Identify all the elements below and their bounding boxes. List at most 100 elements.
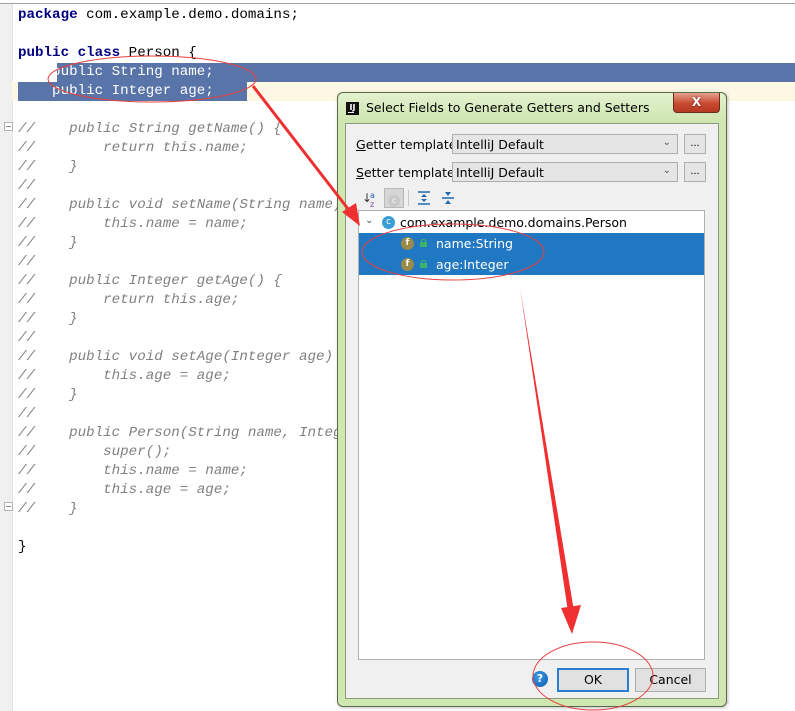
- getter-label-text: etter template:: [365, 137, 461, 152]
- code-text: // this.name = name;: [18, 462, 248, 481]
- code-token: //: [18, 254, 36, 270]
- expand-all-icon[interactable]: [414, 188, 434, 208]
- help-icon[interactable]: ?: [532, 671, 548, 687]
- tree-toolbar: ↓ a z c: [356, 188, 556, 209]
- code-token: // public Integer getAge() {: [18, 273, 282, 289]
- tree-class-node[interactable]: ⌄ c com.example.demo.domains.Person: [359, 212, 704, 233]
- code-text: // }: [18, 234, 78, 253]
- setter-template-row: Setter template: IntelliJ Default ⌄ ...: [356, 162, 716, 184]
- generate-getters-setters-dialog: IJ Select Fields to Generate Getters and…: [337, 92, 727, 707]
- code-token: // }: [18, 501, 78, 517]
- editor-top-border: [0, 3, 795, 4]
- setter-template-label: Setter template:: [356, 165, 459, 180]
- chevron-down-icon[interactable]: ⌄: [365, 215, 373, 226]
- toolbar-separator: [408, 190, 409, 206]
- code-text: // return this.name;: [18, 139, 248, 158]
- show-classes-icon[interactable]: c: [384, 188, 404, 208]
- code-token: public class: [18, 45, 121, 61]
- code-token: // public void setAge(Integer age) {: [18, 349, 351, 365]
- code-text: public class Person {: [18, 44, 197, 63]
- code-line[interactable]: [0, 25, 795, 44]
- code-text: // public Integer getAge() {: [18, 272, 282, 291]
- code-text: // }: [18, 158, 78, 177]
- collapse-all-icon[interactable]: [438, 188, 458, 208]
- class-name: com.example.demo.domains.Person: [400, 215, 627, 230]
- code-text: //: [18, 329, 35, 348]
- code-token: public String name;: [18, 64, 214, 80]
- dialog-title: Select Fields to Generate Getters and Se…: [366, 100, 650, 115]
- tree-field-item[interactable]: f age:Integer: [359, 254, 704, 275]
- code-text: // public void setAge(Integer age) {: [18, 348, 350, 367]
- getter-mnemonic: G: [356, 137, 366, 152]
- code-line[interactable]: public String name;: [0, 63, 795, 82]
- close-button[interactable]: X: [673, 93, 720, 113]
- code-text: //: [18, 405, 35, 424]
- setter-label-text: etter template:: [363, 165, 459, 180]
- code-token: // this.age = age;: [18, 368, 231, 384]
- code-token: //: [18, 330, 36, 346]
- class-icon: c: [382, 216, 395, 229]
- getter-template-select[interactable]: IntelliJ Default ⌄: [452, 134, 678, 154]
- public-access-icon: [420, 260, 427, 268]
- code-text: package com.example.demo.domains;: [18, 6, 299, 25]
- field-label: name:String: [436, 236, 513, 251]
- cancel-button[interactable]: Cancel: [635, 668, 706, 692]
- chevron-down-icon: ⌄: [662, 137, 671, 148]
- code-token: // return this.age;: [18, 292, 240, 308]
- field-icon: f: [401, 237, 414, 250]
- field-label: age:Integer: [436, 257, 509, 272]
- code-text: // }: [18, 500, 78, 519]
- dialog-body: Getter template: IntelliJ Default ⌄ ... …: [345, 123, 719, 699]
- code-text: // }: [18, 310, 78, 329]
- code-token: //: [18, 178, 36, 194]
- setter-mnemonic: S: [356, 165, 364, 180]
- code-token: // return this.name;: [18, 140, 248, 156]
- code-text: // this.name = name;: [18, 215, 248, 234]
- code-token: // this.name = name;: [18, 216, 248, 232]
- setter-template-select[interactable]: IntelliJ Default ⌄: [452, 162, 678, 182]
- code-token: com.example.demo.domains;: [77, 7, 299, 23]
- code-token: // }: [18, 159, 78, 175]
- tree-field-item[interactable]: f name:String: [359, 233, 704, 254]
- code-token: }: [18, 539, 27, 555]
- code-token: // public String getName() {: [18, 121, 282, 137]
- public-access-icon: [420, 239, 427, 247]
- getter-template-more-button[interactable]: ...: [684, 134, 706, 154]
- code-text: // }: [18, 386, 78, 405]
- code-token: // public void setName(String name) {: [18, 197, 359, 213]
- fields-tree[interactable]: ⌄ c com.example.demo.domains.Person f na…: [358, 210, 705, 660]
- code-token: // this.name = name;: [18, 463, 248, 479]
- code-token: // super();: [18, 444, 172, 460]
- code-text: // this.age = age;: [18, 367, 231, 386]
- code-text: //: [18, 253, 35, 272]
- getter-template-value: IntelliJ Default: [456, 137, 544, 152]
- intellij-app-icon: IJ: [346, 102, 359, 115]
- code-token: //: [18, 406, 36, 422]
- chevron-down-icon: ⌄: [662, 165, 671, 176]
- code-token: // }: [18, 387, 78, 403]
- code-text: // public String getName() {: [18, 120, 282, 139]
- code-token: // }: [18, 235, 78, 251]
- code-text: // return this.age;: [18, 291, 239, 310]
- dialog-title-bar[interactable]: IJ Select Fields to Generate Getters and…: [338, 93, 726, 123]
- code-text: }: [18, 538, 27, 557]
- code-text: public String name;: [18, 63, 214, 82]
- getter-template-row: Getter template: IntelliJ Default ⌄ ...: [356, 134, 716, 156]
- code-text: // this.age = age;: [18, 481, 231, 500]
- code-text: // super();: [18, 443, 171, 462]
- getter-template-label: Getter template:: [356, 137, 461, 152]
- code-line[interactable]: public class Person {: [0, 44, 795, 63]
- ok-button[interactable]: OK: [557, 668, 629, 692]
- code-token: // }: [18, 311, 78, 327]
- setter-template-more-button[interactable]: ...: [684, 162, 706, 182]
- code-text: //: [18, 177, 35, 196]
- setter-template-value: IntelliJ Default: [456, 165, 544, 180]
- code-token: Person {: [120, 45, 197, 61]
- code-text: // public void setName(String name) {: [18, 196, 359, 215]
- code-token: public Integer age;: [18, 83, 214, 99]
- sort-alphabetically-icon[interactable]: ↓ a z: [360, 188, 380, 209]
- code-line[interactable]: package com.example.demo.domains;: [0, 6, 795, 25]
- code-token: package: [18, 7, 78, 23]
- code-text: public Integer age;: [18, 82, 214, 101]
- field-icon: f: [401, 258, 414, 271]
